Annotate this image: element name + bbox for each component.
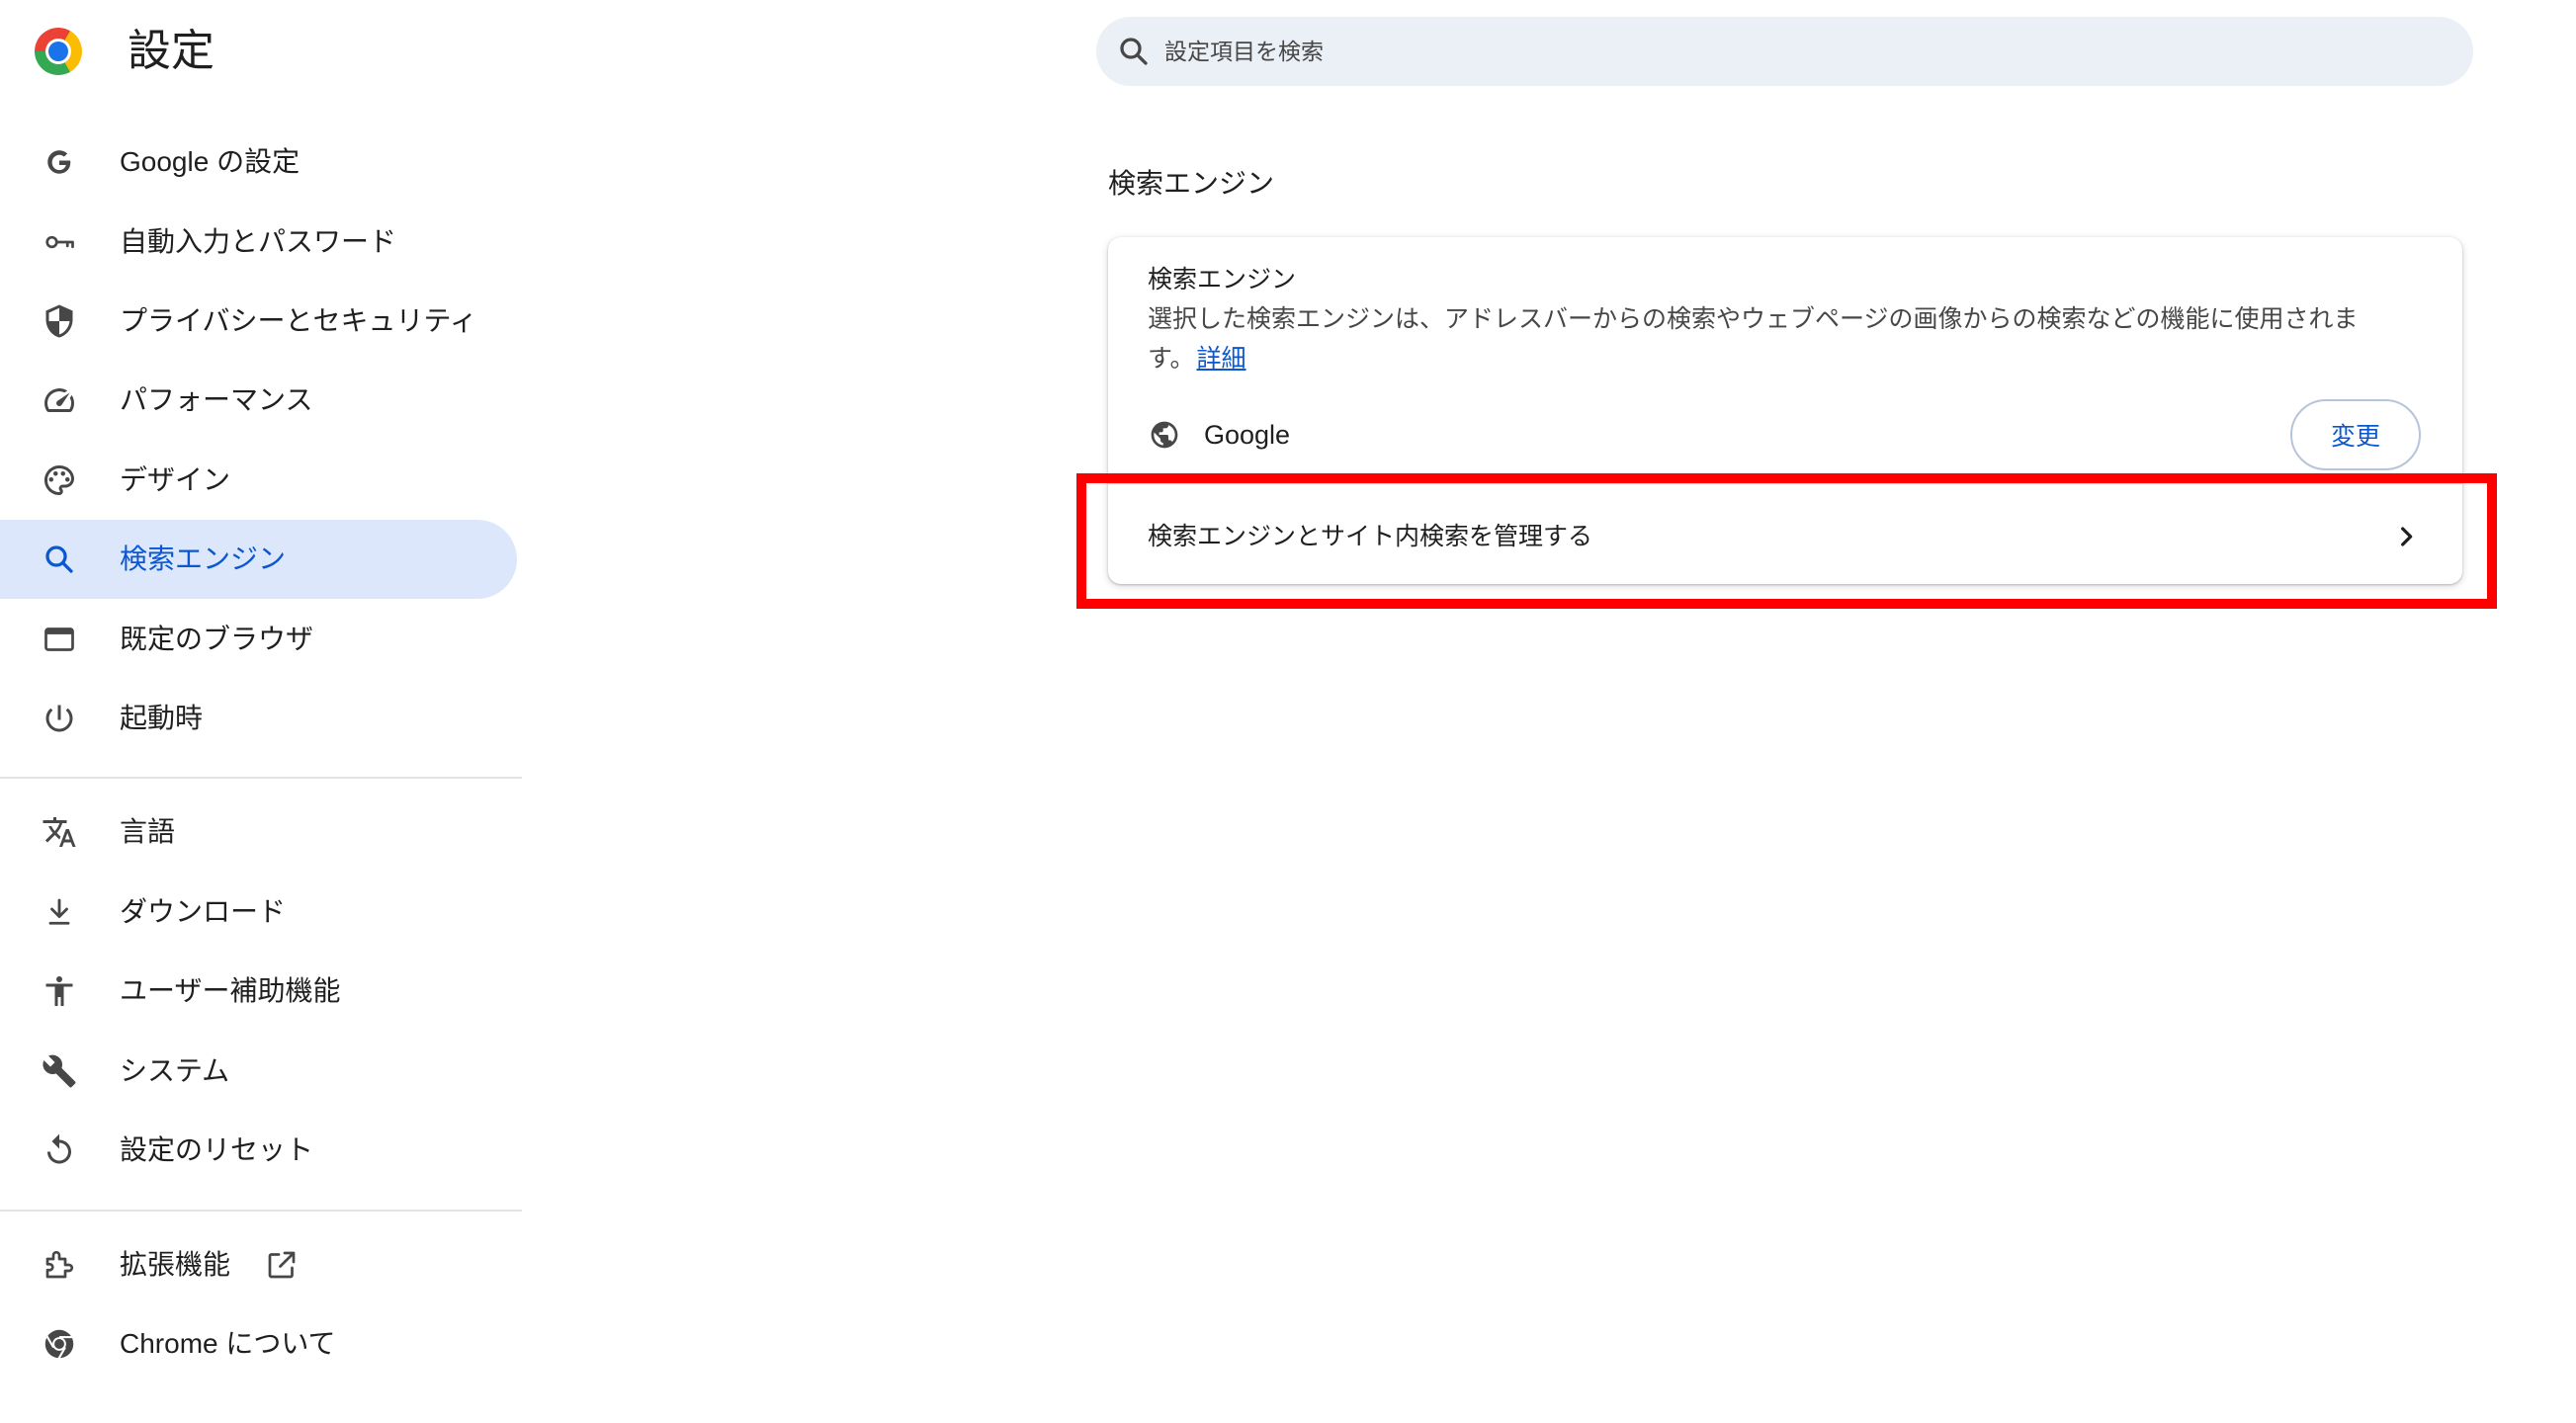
sidebar-item-on-startup[interactable]: 起動時 [0,679,517,758]
google-g-icon [47,150,71,174]
sidebar-item-label: Google の設定 [120,146,301,177]
page-title: 設定 [128,27,215,75]
search-engine-card: 検索エンジン 選択した検索エンジンは、アドレスバーからの検索やウェブページの画像… [1108,237,2462,584]
browser-window-icon [44,628,74,651]
reset-icon [47,1133,71,1164]
card-description-text: 選択した検索エンジンは、アドレスバーからの検索やウェブページの画像からの検索など… [1148,305,2359,373]
sidebar-item-label: 設定のリセット [120,1134,314,1165]
search-icon [1120,38,1148,65]
sidebar-item-label: 言語 [120,816,176,847]
download-icon [48,898,70,925]
sidebar-divider [0,777,522,779]
card-description: 選択した検索エンジンは、アドレスバーからの検索やウェブページの画像からの検索など… [1148,299,2401,378]
sidebar-item-label: 拡張機能 [120,1249,231,1280]
sidebar-item-label: システム [120,1055,230,1086]
sidebar-item-label: プライバシーとセキュリティ [120,305,477,336]
puzzle-icon [45,1250,74,1279]
sidebar-item-label: 検索エンジン [120,544,287,574]
sidebar-divider [0,1210,522,1212]
learn-more-link[interactable]: 詳細 [1197,345,1246,373]
accessibility-icon [45,976,73,1006]
sidebar-item-label: ダウンロード [120,896,287,927]
change-engine-button[interactable]: 変更 [2290,399,2421,470]
wrench-icon [43,1054,76,1088]
sidebar-item-search-engine[interactable]: 検索エンジン [0,520,517,599]
chrome-icon [44,1329,74,1361]
sidebar-item-about-chrome[interactable]: Chrome について [0,1304,517,1383]
sidebar-item-label: パフォーマンス [120,384,313,415]
sidebar-item-accessibility[interactable]: ユーザー補助機能 [0,952,517,1031]
translate-icon [43,817,76,847]
sidebar-item-label: 起動時 [120,703,204,733]
section-title: 検索エンジン [1108,168,1275,199]
sidebar-item-downloads[interactable]: ダウンロード [0,873,517,952]
manage-search-engines-label: 検索エンジンとサイト内検索を管理する [1148,523,1593,550]
chevron-right-icon [2401,527,2413,546]
sidebar-item-extensions[interactable]: 拡張機能 [0,1225,517,1304]
sidebar-item-languages[interactable]: 言語 [0,793,517,872]
sidebar-item-label: 自動入力とパスワード [120,226,397,257]
sidebar-item-label: Chrome について [120,1328,336,1359]
key-icon [45,235,74,249]
search-icon [45,545,73,573]
sidebar-item-default-browser[interactable]: 既定のブラウザ [0,600,517,679]
manage-search-engines-row[interactable]: 検索エンジンとサイト内検索を管理する [1108,490,2462,584]
speedometer-icon [44,388,74,413]
sidebar-item-appearance[interactable]: デザイン [0,441,517,520]
sidebar-item-system[interactable]: システム [0,1032,517,1111]
sidebar-item-label: ユーザー補助機能 [120,975,341,1006]
sidebar-item-label: 既定のブラウザ [120,624,314,654]
sidebar-item-performance[interactable]: パフォーマンス [0,361,517,440]
sidebar-item-google-settings[interactable]: Google の設定 [0,123,517,202]
current-engine-name: Google [1204,420,1291,450]
current-engine-row: Google 変更 [1108,395,2462,474]
power-icon [45,705,73,732]
palette-icon [44,465,74,495]
external-link-icon [268,1251,296,1279]
search-input[interactable] [1164,17,2449,86]
chrome-logo-icon [35,28,82,75]
sidebar-item-privacy[interactable]: プライバシーとセキュリティ [0,282,517,361]
globe-icon [1151,421,1178,449]
sidebar-item-reset-settings[interactable]: 設定のリセット [0,1111,517,1190]
search-bar[interactable] [1096,17,2473,86]
card-title: 検索エンジン [1148,266,1297,293]
sidebar-item-autofill[interactable]: 自動入力とパスワード [0,203,517,282]
sidebar-item-label: デザイン [120,464,231,495]
card-divider [1108,482,2462,484]
shield-icon [45,304,73,338]
